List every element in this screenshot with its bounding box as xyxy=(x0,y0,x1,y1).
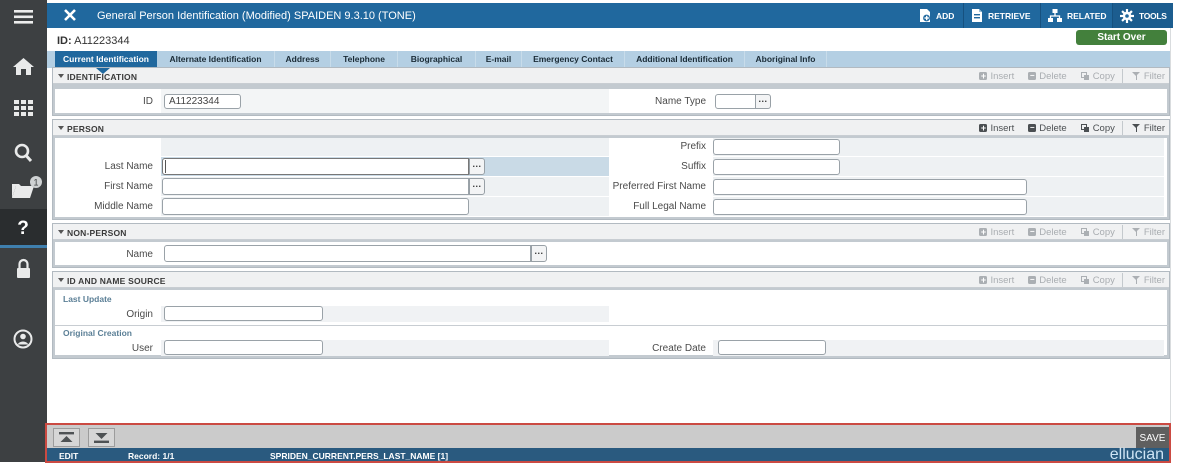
svg-text:1: 1 xyxy=(33,178,38,188)
svg-text:?: ? xyxy=(17,218,29,239)
